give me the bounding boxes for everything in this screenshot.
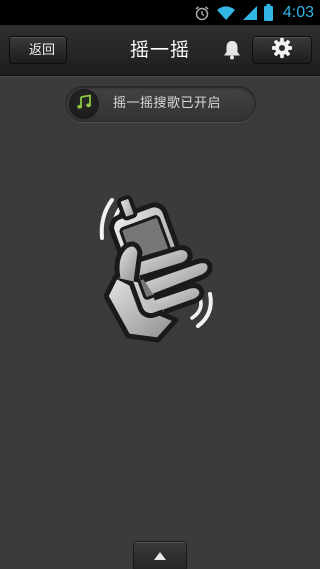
wifi-icon — [216, 5, 236, 21]
bell-icon[interactable] — [222, 39, 242, 65]
settings-button[interactable] — [252, 36, 312, 64]
music-search-text: 摇一摇搜歌已开启 — [113, 96, 222, 111]
gear-icon — [271, 37, 293, 63]
music-search-banner[interactable]: 摇一摇搜歌已开启 — [65, 86, 256, 122]
status-bar: 4:03 — [0, 0, 320, 25]
alarm-icon — [194, 5, 210, 21]
back-button[interactable]: 返回 — [0, 35, 67, 66]
status-icons: 4:03 — [194, 0, 314, 25]
battery-icon — [263, 4, 273, 21]
hand-shaking-phone-icon — [92, 186, 222, 350]
triangle-up-icon — [153, 546, 167, 565]
music-note-badge — [70, 90, 98, 118]
back-button-label: 返回 — [28, 43, 55, 58]
back-arrow-shape — [0, 35, 29, 66]
status-time: 4:03 — [282, 3, 314, 21]
signal-icon — [242, 5, 258, 21]
music-note-icon — [76, 94, 92, 114]
title-bar: 返回 摇一摇 — [0, 25, 320, 76]
drawer-toggle-button[interactable] — [133, 541, 187, 569]
